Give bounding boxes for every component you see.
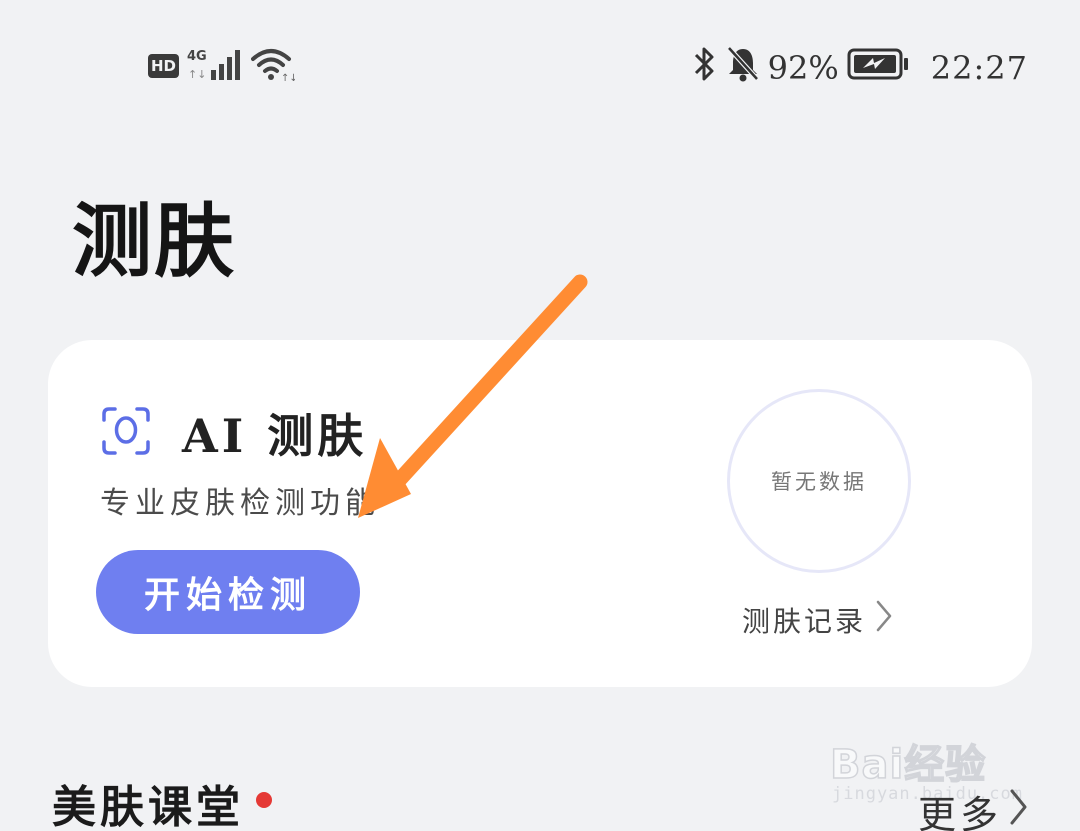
face-scan-icon (100, 405, 152, 461)
card-header: AI 测肤 (100, 400, 367, 466)
bluetooth-icon (692, 45, 718, 91)
section-title: 美肤课堂 (52, 778, 272, 831)
more-link[interactable]: 更多 (918, 784, 1030, 831)
card-title: AI 测肤 (182, 409, 368, 463)
bell-muted-icon (726, 45, 760, 91)
svg-text:↑↓: ↑↓ (281, 73, 295, 82)
wifi-icon: ↑↓ (251, 46, 298, 86)
ai-skin-test-card: AI 测肤 专业皮肤检测功能 开始检测 暂无数据 测肤记录 (48, 340, 1032, 687)
status-bar-right: 92% 22:27 (692, 44, 1028, 92)
signal-bars-icon: 4G ↑↓ (187, 46, 243, 86)
history-link-label: 测肤记录 (742, 604, 867, 638)
chevron-right-icon (874, 598, 894, 641)
more-link-label: 更多 (917, 793, 1002, 831)
network-type-label: 4G (187, 49, 207, 64)
battery-charging-icon (847, 47, 911, 89)
chevron-right-icon (1008, 787, 1030, 831)
status-time: 22:27 (930, 49, 1028, 87)
app-screen: HD 4G ↑↓ ↑↓ 92% 22:27 测肤 AI 测肤 专业皮肤检测功能 … (0, 0, 1080, 831)
status-bar-left: HD 4G ↑↓ ↑↓ (148, 46, 298, 86)
page-title: 测肤 (72, 195, 236, 288)
start-detection-button[interactable]: 开始检测 (96, 550, 360, 634)
result-ring: 暂无数据 (727, 389, 911, 573)
battery-percent: 92% (767, 49, 839, 87)
watermark-logo-text: Bai经验 (829, 741, 987, 789)
no-data-text: 暂无数据 (771, 470, 867, 494)
hd-badge: HD (148, 54, 180, 78)
section-title-text: 美肤课堂 (52, 782, 244, 831)
skin-test-history-link[interactable]: 测肤记录 (742, 598, 894, 641)
card-subtitle: 专业皮肤检测功能 (100, 486, 380, 521)
new-indicator-dot (256, 792, 272, 808)
svg-text:↑↓: ↑↓ (188, 68, 206, 81)
